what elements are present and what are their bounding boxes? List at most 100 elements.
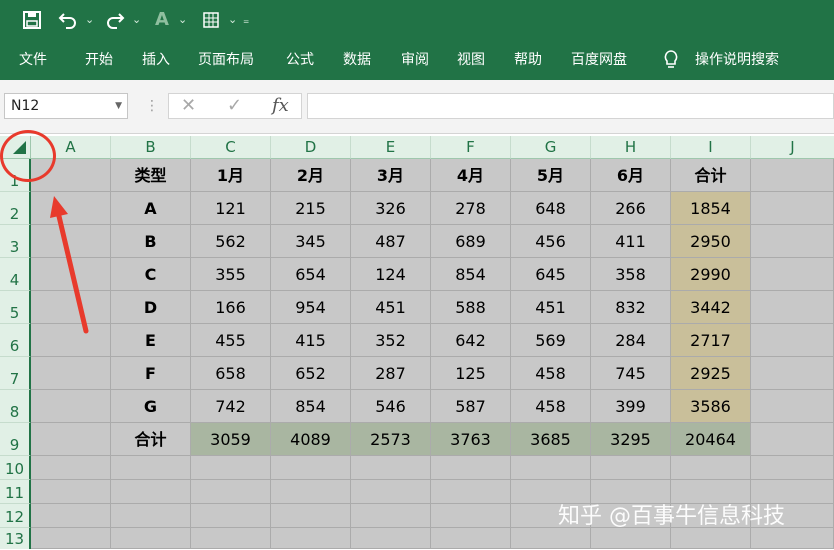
tab-page-layout[interactable]: 页面布局 [198,40,254,80]
cell-c10[interactable] [191,456,271,480]
cell-h5[interactable]: 832 [591,291,671,324]
insert-function-icon[interactable]: fx [272,94,289,118]
cell-f11[interactable] [431,480,511,504]
cell-f6[interactable]: 642 [431,324,511,357]
cell-g5[interactable]: 451 [511,291,591,324]
cell-d2[interactable]: 215 [271,192,351,225]
cell-b13[interactable] [111,528,191,549]
column-header-d[interactable]: D [271,136,351,159]
cell-f4[interactable]: 854 [431,258,511,291]
cell-g13[interactable] [511,528,591,549]
cell-e13[interactable] [351,528,431,549]
cell-d13[interactable] [271,528,351,549]
cell-h13[interactable] [591,528,671,549]
cell-a12[interactable] [31,504,111,528]
table-icon[interactable] [200,8,222,32]
cell-d6[interactable]: 415 [271,324,351,357]
cell-f2[interactable]: 278 [431,192,511,225]
cell-i13[interactable] [671,528,751,549]
row-header-3[interactable]: 3 [0,225,31,258]
cell-f1[interactable]: 4月 [431,159,511,192]
cell-g3[interactable]: 456 [511,225,591,258]
cell-d3[interactable]: 345 [271,225,351,258]
cell-f13[interactable] [431,528,511,549]
cell-j7[interactable] [751,357,834,390]
cell-e5[interactable]: 451 [351,291,431,324]
cell-a7[interactable] [31,357,111,390]
cell-h2[interactable]: 266 [591,192,671,225]
row-header-13[interactable]: 13 [0,528,31,549]
cell-i5[interactable]: 3442 [671,291,751,324]
cell-b4[interactable]: C [111,258,191,291]
tab-view[interactable]: 视图 [457,40,485,80]
cell-e12[interactable] [351,504,431,528]
cell-e3[interactable]: 487 [351,225,431,258]
column-header-h[interactable]: H [591,136,671,159]
cell-j6[interactable] [751,324,834,357]
cell-i2[interactable]: 1854 [671,192,751,225]
row-header-9[interactable]: 9 [0,423,31,456]
cell-e9[interactable]: 2573 [351,423,431,456]
cell-i10[interactable] [671,456,751,480]
cell-h3[interactable]: 411 [591,225,671,258]
cell-c9[interactable]: 3059 [191,423,271,456]
cell-j5[interactable] [751,291,834,324]
cell-j8[interactable] [751,390,834,423]
row-header-2[interactable]: 2 [0,192,31,225]
row-header-11[interactable]: 11 [0,480,31,504]
cell-b11[interactable] [111,480,191,504]
cell-d1[interactable]: 2月 [271,159,351,192]
cell-f3[interactable]: 689 [431,225,511,258]
cell-d8[interactable]: 854 [271,390,351,423]
cell-a9[interactable] [31,423,111,456]
cell-h8[interactable]: 399 [591,390,671,423]
cancel-icon[interactable]: ✕ [181,94,196,118]
save-icon[interactable] [20,8,44,32]
cell-c6[interactable]: 455 [191,324,271,357]
cell-c2[interactable]: 121 [191,192,271,225]
cell-g6[interactable]: 569 [511,324,591,357]
cell-f8[interactable]: 587 [431,390,511,423]
cell-h9[interactable]: 3295 [591,423,671,456]
cell-j9[interactable] [751,423,834,456]
cell-b1[interactable]: 类型 [111,159,191,192]
name-box-dropdown-icon[interactable]: ▼ [115,94,122,118]
font-color-icon[interactable]: A [152,8,172,32]
column-header-e[interactable]: E [351,136,431,159]
cell-b10[interactable] [111,456,191,480]
cell-a10[interactable] [31,456,111,480]
table-dropdown-icon[interactable]: ⌄ [228,10,237,30]
column-header-c[interactable]: C [191,136,271,159]
cell-a11[interactable] [31,480,111,504]
cell-c3[interactable]: 562 [191,225,271,258]
cell-d4[interactable]: 654 [271,258,351,291]
cell-e4[interactable]: 124 [351,258,431,291]
cell-c8[interactable]: 742 [191,390,271,423]
row-header-5[interactable]: 5 [0,291,31,324]
column-header-j[interactable]: J [751,136,834,159]
cell-e6[interactable]: 352 [351,324,431,357]
cell-j4[interactable] [751,258,834,291]
column-header-i[interactable]: I [671,136,751,159]
cell-a8[interactable] [31,390,111,423]
tab-baidu-netdisk[interactable]: 百度网盘 [571,40,627,80]
cell-b2[interactable]: A [111,192,191,225]
cell-j2[interactable] [751,192,834,225]
cell-e2[interactable]: 326 [351,192,431,225]
cell-g7[interactable]: 458 [511,357,591,390]
cell-h1[interactable]: 6月 [591,159,671,192]
cell-c12[interactable] [191,504,271,528]
redo-icon[interactable] [103,8,127,32]
cell-b5[interactable]: D [111,291,191,324]
undo-dropdown-icon[interactable]: ⌄ [85,10,94,30]
cell-d12[interactable] [271,504,351,528]
cell-f12[interactable] [431,504,511,528]
cell-i7[interactable]: 2925 [671,357,751,390]
row-header-12[interactable]: 12 [0,504,31,528]
cell-i9[interactable]: 20464 [671,423,751,456]
column-header-f[interactable]: F [431,136,511,159]
cell-c1[interactable]: 1月 [191,159,271,192]
cell-j10[interactable] [751,456,834,480]
cell-i1[interactable]: 合计 [671,159,751,192]
tab-home[interactable]: 开始 [85,40,113,80]
